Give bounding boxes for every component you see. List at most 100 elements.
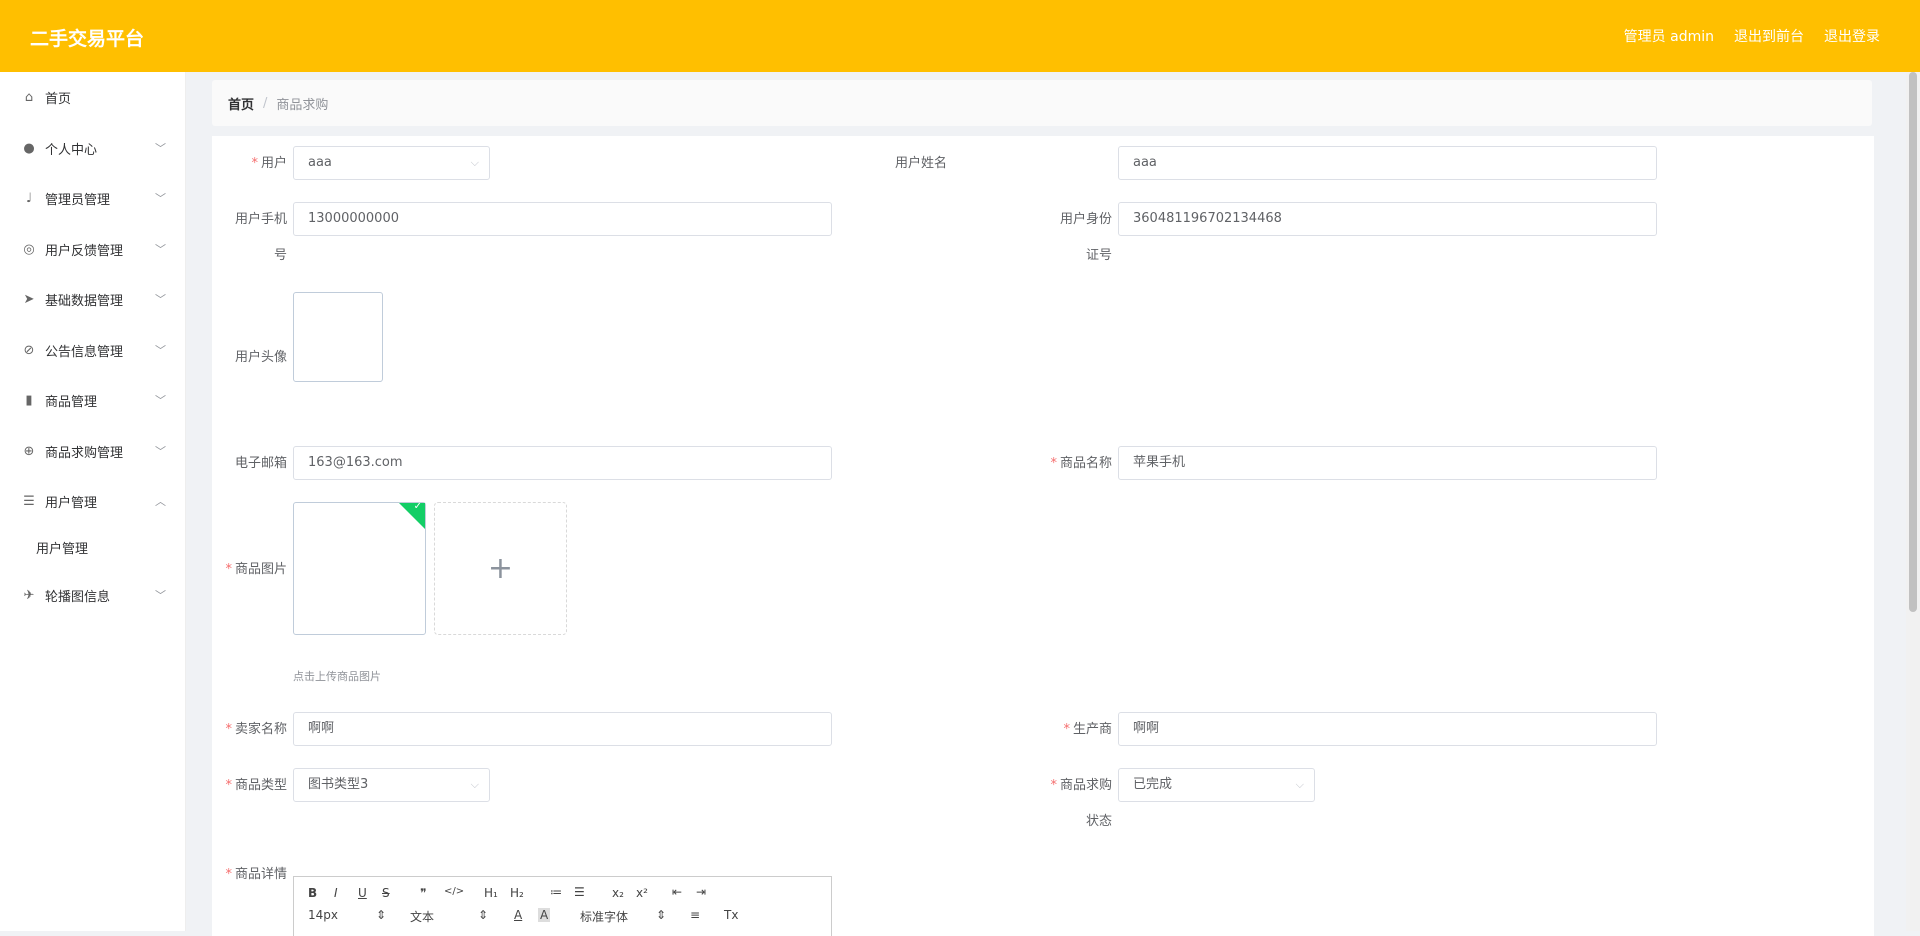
sidebar-item-feedback-management[interactable]: ◎ 用户反馈管理 ﹀ bbox=[0, 234, 186, 264]
purchase-status-select[interactable]: 已完成 ⌵ bbox=[1118, 768, 1315, 802]
user-phone-label-cont: 号 bbox=[273, 248, 287, 263]
rich-text-editor[interactable]: B I U S ❞ </> H₁ H₂ ≔ ☰ x₂ x² ⇤ ⇥ 14px ⇕… bbox=[293, 876, 832, 936]
chevron-up-icon: ︿ bbox=[155, 495, 166, 508]
align-button[interactable]: ≡ bbox=[690, 908, 700, 922]
product-name-label: * 商品名称 bbox=[1037, 446, 1112, 482]
required-mark: * bbox=[225, 778, 232, 793]
manufacturer-field[interactable]: 啊啊 bbox=[1118, 712, 1657, 746]
subscript-button[interactable]: x₂ bbox=[612, 886, 624, 900]
email-field[interactable]: 163@163.com bbox=[293, 446, 832, 480]
list-icon: ☰ bbox=[23, 493, 35, 509]
sidebar-item-label: 管理员管理 bbox=[45, 192, 111, 208]
send-icon: ➤ bbox=[23, 291, 35, 307]
indent-button[interactable]: ⇥ bbox=[696, 885, 706, 899]
font-family-select[interactable]: 标准字体 bbox=[580, 908, 628, 925]
main-content: 首页 / 商品求购 * 用户 aaa ⌵ 用户姓名 aaa 用户手机 号 1300… bbox=[186, 72, 1920, 936]
user-select[interactable]: aaa ⌵ bbox=[293, 146, 490, 180]
header-links: 管理员 admin 退出到前台 退出登录 bbox=[1624, 26, 1880, 46]
label-text: 商品图片 bbox=[234, 562, 287, 577]
required-mark: * bbox=[1050, 456, 1057, 471]
product-type-label: * 商品类型 bbox=[212, 768, 287, 804]
paper-plane-icon: ✈ bbox=[23, 587, 35, 603]
select-value: 图书类型3 bbox=[308, 777, 369, 792]
sidebar-item-label: 轮播图信息 bbox=[45, 589, 111, 605]
bell-off-icon: ⊘ bbox=[23, 342, 35, 358]
sidebar-item-user-management[interactable]: ☰ 用户管理 ︿ bbox=[0, 486, 186, 516]
upload-image-button[interactable]: + bbox=[434, 502, 567, 635]
chevron-down-icon: ⌵ bbox=[470, 778, 479, 791]
underline-button[interactable]: U bbox=[358, 886, 367, 900]
user-phone-field[interactable]: 13000000000 bbox=[293, 202, 832, 236]
crosshair-icon: ⊕ bbox=[23, 443, 35, 459]
email-label: 电子邮箱 bbox=[234, 456, 287, 471]
sidebar-item-product-management[interactable]: ▮ 商品管理 ﹀ bbox=[0, 385, 186, 415]
scrollbar-thumb[interactable] bbox=[1909, 72, 1917, 612]
sidebar-item-carousel[interactable]: ✈ 轮播图信息 ﹀ bbox=[0, 580, 186, 610]
required-mark: * bbox=[225, 722, 232, 737]
code-block-button[interactable]: </> bbox=[444, 886, 464, 897]
strike-button[interactable]: S bbox=[382, 886, 390, 900]
page-scrollbar[interactable] bbox=[1906, 72, 1920, 931]
bullet-list-button[interactable]: ☰ bbox=[574, 885, 585, 899]
upload-hint: 点击上传商品图片 bbox=[293, 670, 381, 683]
sidebar: ⌂ 首页 ● 个人中心 ﹀ ♩ 管理员管理 ﹀ ◎ 用户反馈管理 ﹀ ➤ 基础数… bbox=[0, 72, 186, 931]
text-color-button[interactable]: A bbox=[514, 908, 522, 922]
font-size-select[interactable]: 14px bbox=[308, 908, 338, 922]
background-color-button[interactable]: A bbox=[538, 908, 551, 922]
ordered-list-button[interactable]: ≔ bbox=[550, 885, 562, 899]
sidebar-item-label: 个人中心 bbox=[45, 142, 98, 158]
user-id-card-field[interactable]: 360481196702134468 bbox=[1118, 202, 1657, 236]
breadcrumb-home[interactable]: 首页 bbox=[228, 94, 254, 113]
chevron-down-icon: ⌵ bbox=[470, 156, 479, 169]
sidebar-item-admin-management[interactable]: ♩ 管理员管理 ﹀ bbox=[0, 183, 186, 213]
header-type-select[interactable]: 文本 bbox=[410, 908, 434, 925]
product-image-thumbnail[interactable]: ✓ bbox=[293, 501, 426, 635]
header-spinner-icon: ⇕ bbox=[478, 908, 489, 922]
compass-icon: ◎ bbox=[23, 241, 35, 257]
font-family-spinner-icon: ⇕ bbox=[656, 908, 667, 922]
h1-button[interactable]: H₁ bbox=[484, 886, 498, 900]
chevron-down-icon: ﹀ bbox=[155, 293, 166, 306]
purchase-status-label-cont: 状态 bbox=[1085, 814, 1112, 829]
select-value: 已完成 bbox=[1133, 777, 1173, 792]
seller-name-field[interactable]: 啊啊 bbox=[293, 712, 832, 746]
blockquote-button[interactable]: ❞ bbox=[420, 886, 426, 900]
sidebar-item-label: 基础数据管理 bbox=[45, 293, 124, 309]
sidebar-item-label: 商品求购管理 bbox=[45, 445, 124, 461]
product-detail-label: * 商品详情 bbox=[212, 857, 287, 893]
sidebar-item-label: 首页 bbox=[45, 91, 72, 107]
sidebar-item-basic-data-management[interactable]: ➤ 基础数据管理 ﹀ bbox=[0, 284, 186, 314]
sidebar-item-home[interactable]: ⌂ 首页 bbox=[0, 82, 186, 112]
purchase-form: * 用户 aaa ⌵ 用户姓名 aaa 用户手机 号 13000000000 用户… bbox=[212, 136, 1874, 936]
h2-button[interactable]: H₂ bbox=[510, 886, 524, 900]
font-size-spinner-icon: ⇕ bbox=[376, 908, 387, 922]
label-text: 商品名称 bbox=[1059, 456, 1112, 471]
chevron-down-icon: ﹀ bbox=[155, 142, 166, 155]
top-header: 二手交易平台 管理员 admin 退出到前台 退出登录 bbox=[0, 0, 1920, 72]
label-text: 商品详情 bbox=[234, 867, 287, 882]
sidebar-subitem-user-management[interactable]: 用户管理 bbox=[36, 538, 88, 557]
sidebar-item-personal-center[interactable]: ● 个人中心 ﹀ bbox=[0, 133, 186, 163]
back-to-frontend-link[interactable]: 退出到前台 bbox=[1734, 26, 1804, 46]
sidebar-item-notice-management[interactable]: ⊘ 公告信息管理 ﹀ bbox=[0, 335, 186, 365]
user-id-card-label-cont: 证号 bbox=[1085, 248, 1112, 263]
clear-format-button[interactable]: Tx bbox=[724, 908, 738, 922]
user-avatar-label: 用户头像 bbox=[234, 350, 287, 365]
user-avatar-image bbox=[293, 292, 383, 382]
user-name-field[interactable]: aaa bbox=[1118, 146, 1657, 180]
sidebar-item-purchase-management[interactable]: ⊕ 商品求购管理 ﹀ bbox=[0, 436, 186, 466]
breadcrumb-separator: / bbox=[263, 95, 268, 111]
purchase-status-label: * 商品求购 bbox=[1037, 768, 1112, 804]
app-title: 二手交易平台 bbox=[30, 28, 145, 50]
product-name-field[interactable]: 苹果手机 bbox=[1118, 446, 1657, 480]
italic-button[interactable]: I bbox=[334, 886, 338, 900]
label-text: 卖家名称 bbox=[234, 722, 287, 737]
chevron-down-icon: ﹀ bbox=[155, 192, 166, 205]
superscript-button[interactable]: x² bbox=[636, 886, 648, 900]
logout-link[interactable]: 退出登录 bbox=[1824, 26, 1880, 46]
outdent-button[interactable]: ⇤ bbox=[672, 885, 682, 899]
bold-button[interactable]: B bbox=[308, 886, 317, 900]
label-text: 商品求购 bbox=[1059, 778, 1112, 793]
user-name-label: 用户姓名 bbox=[894, 156, 947, 171]
product-type-select[interactable]: 图书类型3 ⌵ bbox=[293, 768, 490, 802]
